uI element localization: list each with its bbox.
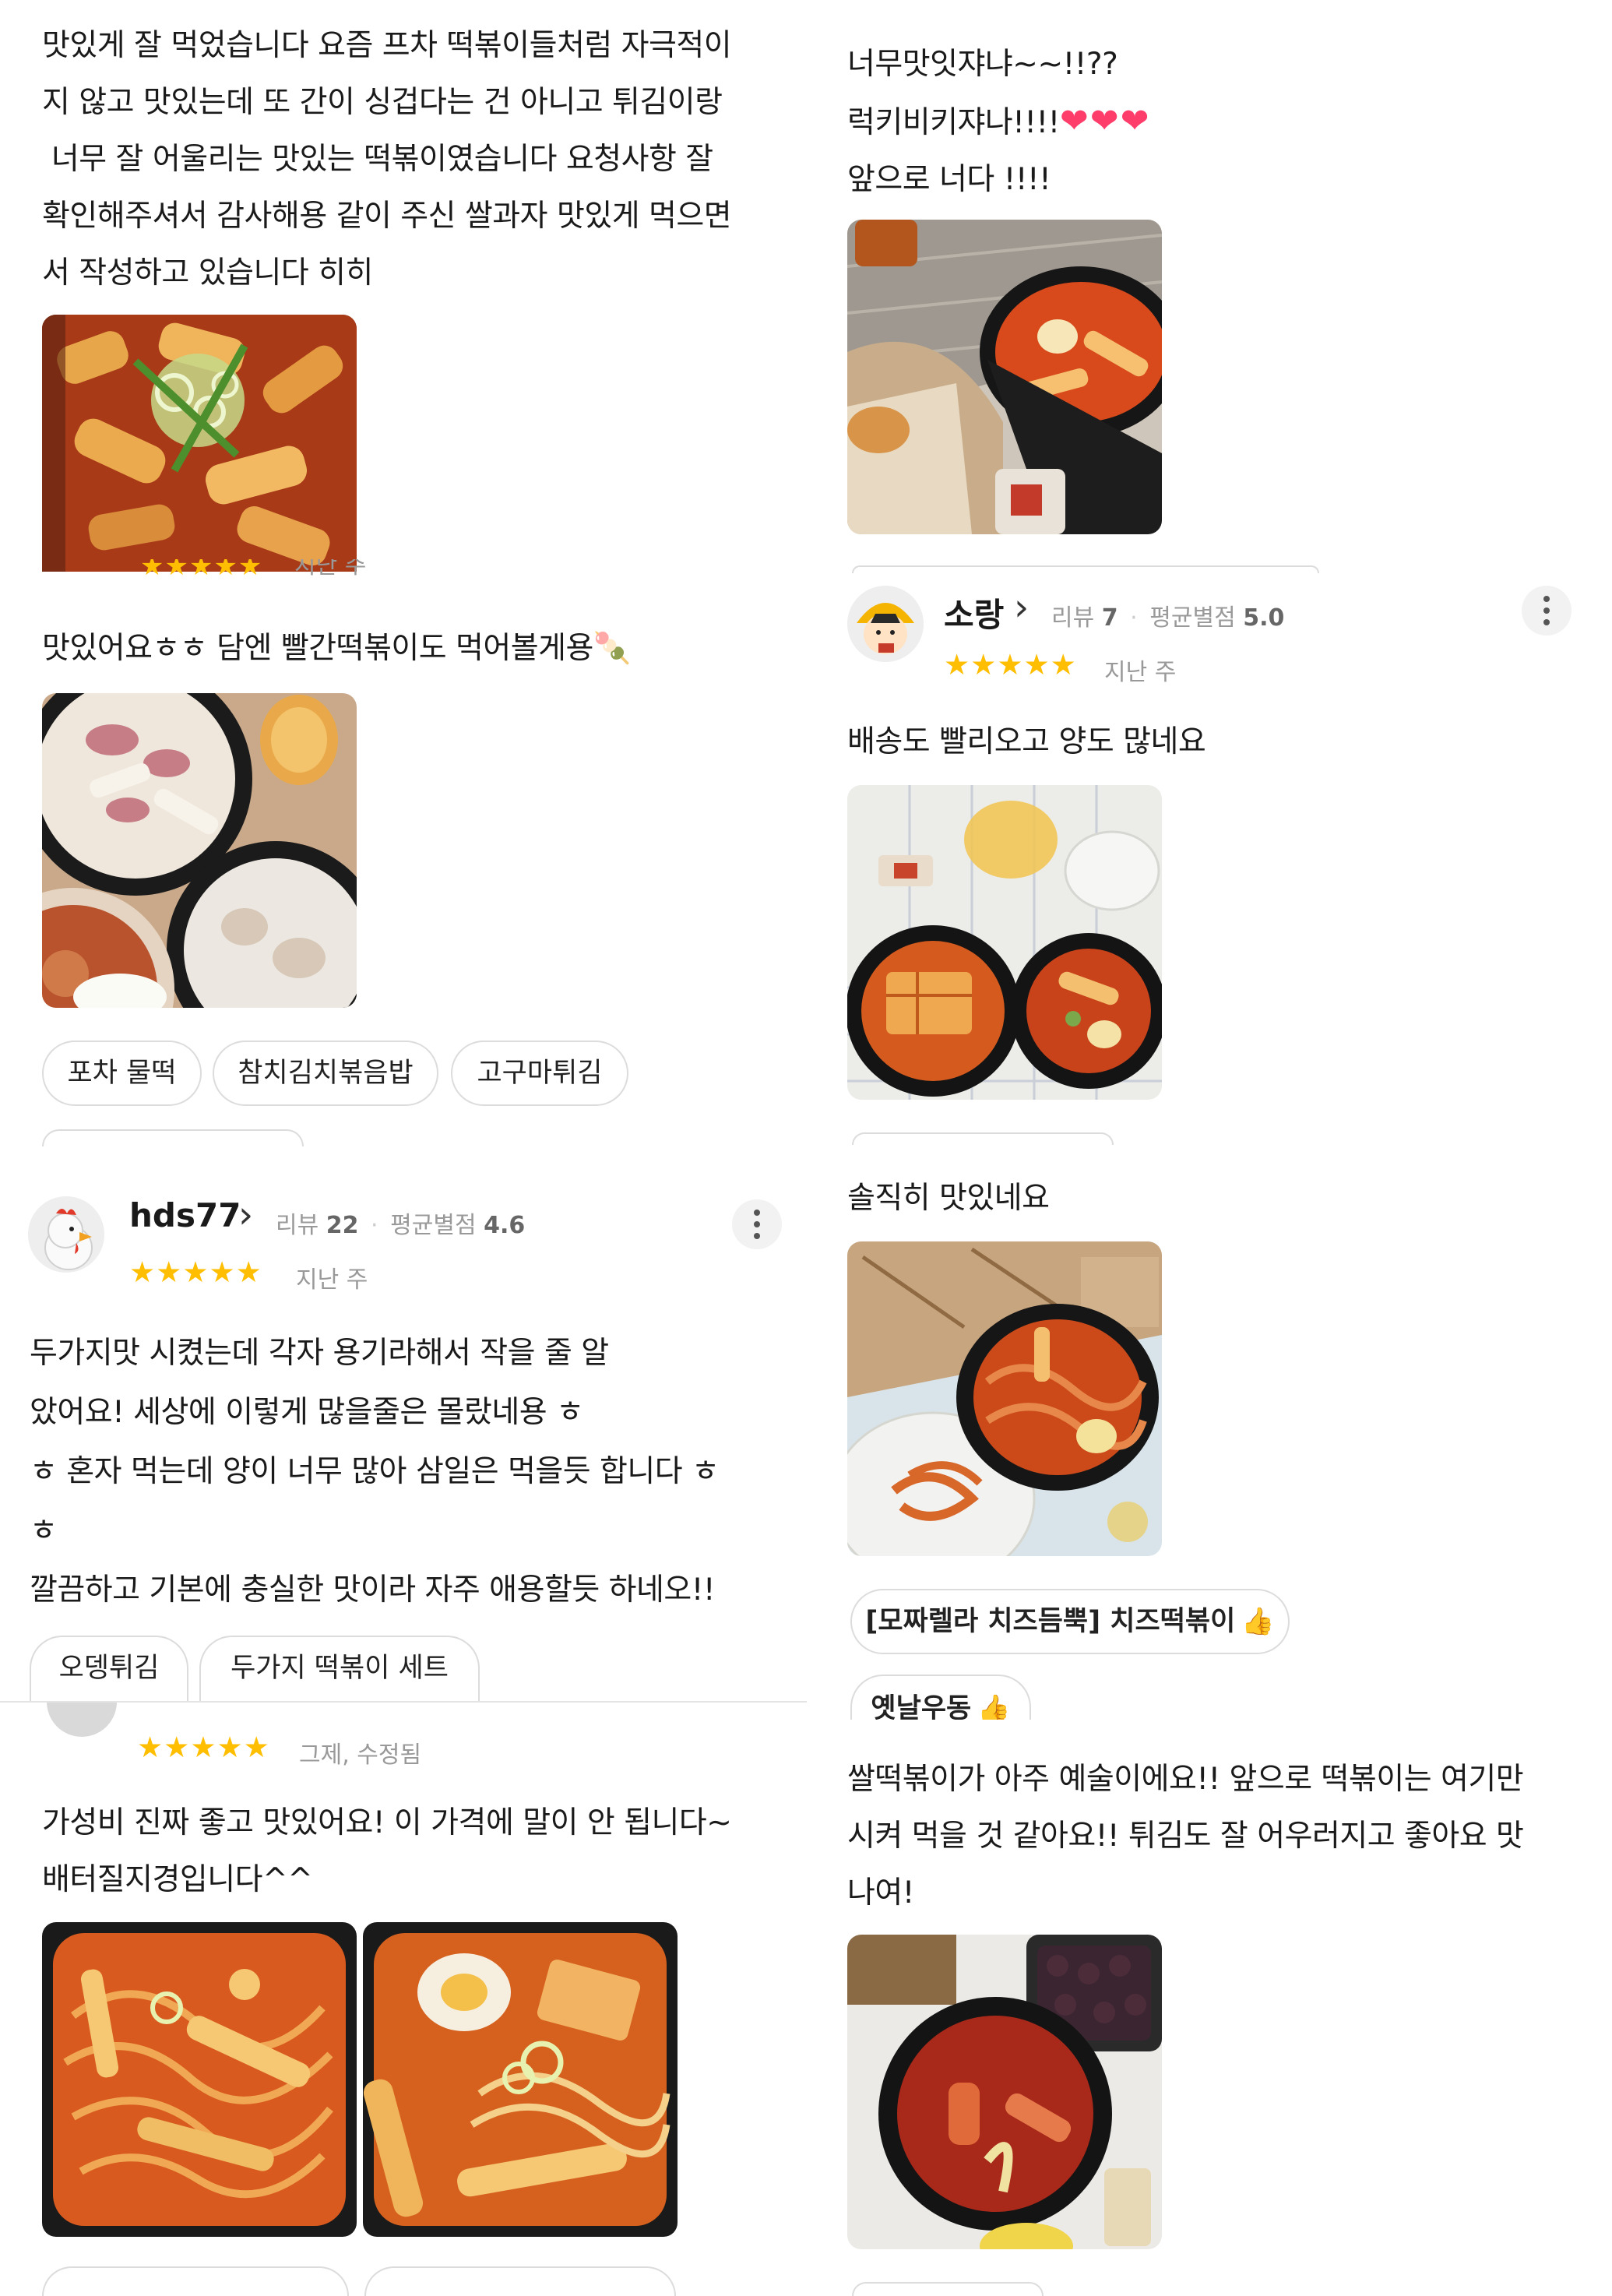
avg-rating-label: 평균별점 (390, 1212, 477, 1239)
menu-chip-partial (852, 1132, 1114, 1145)
review-date: 그제, 수정됨 (299, 1741, 422, 1769)
review-photo[interactable] (42, 1922, 357, 2237)
review-date-partial: 지난 주 (294, 559, 367, 579)
review-photo[interactable] (42, 315, 357, 572)
section-divider (0, 1701, 807, 1703)
heart-icon: ❤❤❤ (1059, 101, 1151, 141)
avatar-partial (47, 1703, 117, 1740)
chevron-right-icon[interactable]: › (238, 1193, 253, 1237)
review-photo[interactable] (847, 220, 1162, 534)
avg-rating: 4.6 (484, 1212, 526, 1239)
review-count-label: 리뷰 (1051, 604, 1095, 632)
review-line: 확인해주셔서 감사해용 같이 주신 쌀과자 맛있게 먹으면 (42, 199, 732, 234)
review-line: 지 않고 맛있는데 또 간이 싱겁다는 건 아니고 튀김이랑 (42, 85, 723, 120)
review-text: 두가지맛 시켰는데 각자 용기라해서 작을 줄 알 았어요! 세상에 이렇게 많… (30, 1324, 720, 1620)
separator: · (1130, 604, 1138, 632)
review-photo[interactable] (363, 1922, 678, 2237)
rating-stars: ★★★★★ (944, 648, 1077, 681)
thumbs-up-icon: 👍 (1241, 1606, 1275, 1637)
review-line-text: 럭키비키쟈나!!!! (847, 105, 1060, 140)
username[interactable]: hds77 (129, 1196, 241, 1234)
rating-stars: ★★★★★ (129, 1255, 262, 1289)
menu-chip[interactable]: 옛날우동 👍 (850, 1674, 1031, 1720)
menu-chip[interactable]: 두가지 떡볶이 세트 (199, 1636, 480, 1703)
review-photo[interactable] (42, 693, 357, 1008)
review-count: 7 (1101, 604, 1118, 632)
avg-rating: 5.0 (1243, 604, 1285, 632)
review-text: 맛있게 잘 먹었습니다 요즘 프차 떡볶이들처럼 자극적이 지 않고 맛있는데 … (42, 17, 732, 301)
menu-chip-label: 옛날우동 (871, 1693, 972, 1720)
username[interactable]: 소랑 (944, 589, 1004, 636)
dango-emoji: 🍡 (593, 631, 632, 666)
review-line: 두가지맛 시켰는데 각자 용기라해서 작을 줄 알 (30, 1336, 609, 1371)
review-meta: 리뷰 22 · 평균별점 4.6 (276, 1206, 525, 1240)
menu-chip[interactable]: [모짜렐라 치즈듬뿍] 치즈떡볶이 👍 (850, 1589, 1290, 1654)
review-line: 깔끔하고 기본에 충실한 맛이라 자주 애용할듯 하네오!! (30, 1572, 716, 1608)
review-line: 서 작성하고 있습니다 히히 (42, 255, 373, 291)
chevron-right-icon[interactable]: › (1014, 586, 1029, 629)
review-line: 앞으로 너다 !!!! (847, 162, 1051, 197)
avatar[interactable] (847, 586, 924, 662)
rating-stars-partial: ★★★★★ (140, 559, 263, 582)
review-line: 맛있어요ㅎㅎ 담엔 빨간떡볶이도 먹어볼게용 (42, 631, 593, 666)
review-line: 너무맛잇쟈냐~~!!?? (847, 47, 1118, 82)
menu-chip[interactable]: 오뎅튀김 (30, 1636, 188, 1703)
more-options-icon[interactable] (1522, 586, 1572, 636)
menu-chip-label: [모짜렐라 치즈듬뿍] 치즈떡볶이 (865, 1606, 1236, 1637)
review-text: 너무맛잇쟈냐~~!!?? 럭키비키쟈나!!!!❤❤❤ 앞으로 너다 !!!! (847, 36, 1150, 208)
review-photo[interactable] (847, 1241, 1162, 1556)
menu-chip[interactable]: 고구마튀김 (451, 1041, 628, 1106)
rating-stars: ★★★★★ (137, 1731, 270, 1764)
review-meta: 리뷰 7 · 평균별점 5.0 (1051, 598, 1284, 632)
review-line: 가성비 진짜 좋고 맛있어요! 이 가격에 말이 안 됩니다~ (42, 1805, 732, 1840)
review-text: 솔직히 맛있네요 (847, 1181, 1050, 1216)
review-line: 맛있게 잘 먹었습니다 요즘 프차 떡볶이들처럼 자극적이 (42, 28, 732, 63)
review-line: 았어요! 세상에 이렇게 많을줄은 몰랐네용 ㅎ (30, 1395, 584, 1430)
review-text: 쌀떡볶이가 아주 예술이에요!! 앞으로 떡볶이는 여기만 시켜 먹을 것 같아… (847, 1751, 1524, 1921)
menu-chip[interactable]: 포차 물떡 (42, 1041, 202, 1106)
menu-chip[interactable]: 참치김치볶음밥 (213, 1041, 438, 1106)
review-line: ㅎ (30, 1513, 58, 1548)
separator: · (371, 1212, 378, 1239)
review-photo[interactable] (847, 785, 1162, 1100)
menu-chip-partial (852, 565, 1319, 573)
review-line: 배터질지경입니다^^ (42, 1862, 313, 1897)
review-text: 배송도 빨리오고 양도 많네요 (847, 724, 1206, 759)
menu-chip-partial (42, 2266, 349, 2296)
review-line: 시켜 먹을 것 같아요!! 튀김도 잘 어우러지고 좋아요 맛 (847, 1819, 1524, 1854)
review-line: 나여! (847, 1875, 914, 1910)
review-count: 22 (326, 1212, 359, 1239)
menu-chip-partial (42, 1129, 304, 1146)
review-line: 럭키비키쟈나!!!!❤❤❤ (847, 93, 1150, 151)
review-text: 맛있어요ㅎㅎ 담엔 빨간떡볶이도 먹어볼게용🍡 (42, 620, 631, 677)
thumbs-up-icon: 👍 (977, 1693, 1011, 1720)
avatar[interactable] (28, 1196, 104, 1273)
avg-rating-label: 평균별점 (1149, 604, 1236, 632)
review-line: 쌀떡볶이가 아주 예술이에요!! 앞으로 떡볶이는 여기만 (847, 1762, 1524, 1797)
review-line: 너무 잘 어울리는 맛있는 떡볶이였습니다 요청사항 잘 (42, 142, 713, 177)
review-count-label: 리뷰 (276, 1212, 319, 1239)
review-line: ㅎ 혼자 먹는데 양이 너무 많아 삼일은 먹을듯 합니다 ㅎ (30, 1454, 720, 1489)
review-date: 지난 주 (1104, 659, 1177, 686)
more-options-icon[interactable] (732, 1199, 782, 1249)
review-date: 지난 주 (296, 1266, 368, 1294)
review-text: 가성비 진짜 좋고 맛있어요! 이 가격에 말이 안 됩니다~ 배터질지경입니다… (42, 1794, 732, 1908)
menu-chip-partial (364, 2266, 676, 2296)
menu-chip-partial (852, 2282, 1044, 2296)
review-photo[interactable] (847, 1935, 1162, 2249)
